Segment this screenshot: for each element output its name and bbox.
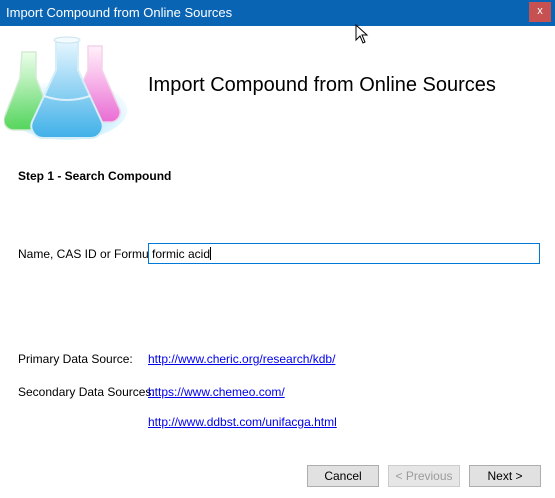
header-title: Import Compound from Online Sources (148, 74, 496, 96)
chemistry-flasks-icon (4, 36, 127, 140)
secondary-sources-label: Secondary Data Sources: (18, 385, 155, 399)
mouse-pointer-icon (355, 24, 369, 44)
primary-source-link[interactable]: http://www.cheric.org/research/kdb/ (148, 352, 335, 366)
search-label: Name, CAS ID or Formula (18, 247, 159, 261)
step-title: Step 1 - Search Compound (18, 169, 172, 183)
search-input-value: formic acid (152, 247, 211, 261)
previous-button[interactable]: < Previous (388, 465, 460, 487)
window-title: Import Compound from Online Sources (6, 5, 233, 20)
wizard-header: Import Compound from Online Sources (0, 26, 555, 146)
next-button[interactable]: Next > (469, 465, 541, 487)
close-button[interactable]: x (529, 2, 551, 22)
search-input[interactable]: formic acid (148, 243, 540, 264)
cancel-button[interactable]: Cancel (307, 465, 379, 487)
secondary-source-link[interactable]: https://www.chemeo.com/ (148, 385, 285, 399)
primary-source-label: Primary Data Source: (18, 352, 133, 366)
text-caret (210, 247, 212, 260)
title-bar: Import Compound from Online Sources x (0, 0, 555, 26)
secondary-source-link[interactable]: http://www.ddbst.com/unifacga.html (148, 415, 337, 429)
